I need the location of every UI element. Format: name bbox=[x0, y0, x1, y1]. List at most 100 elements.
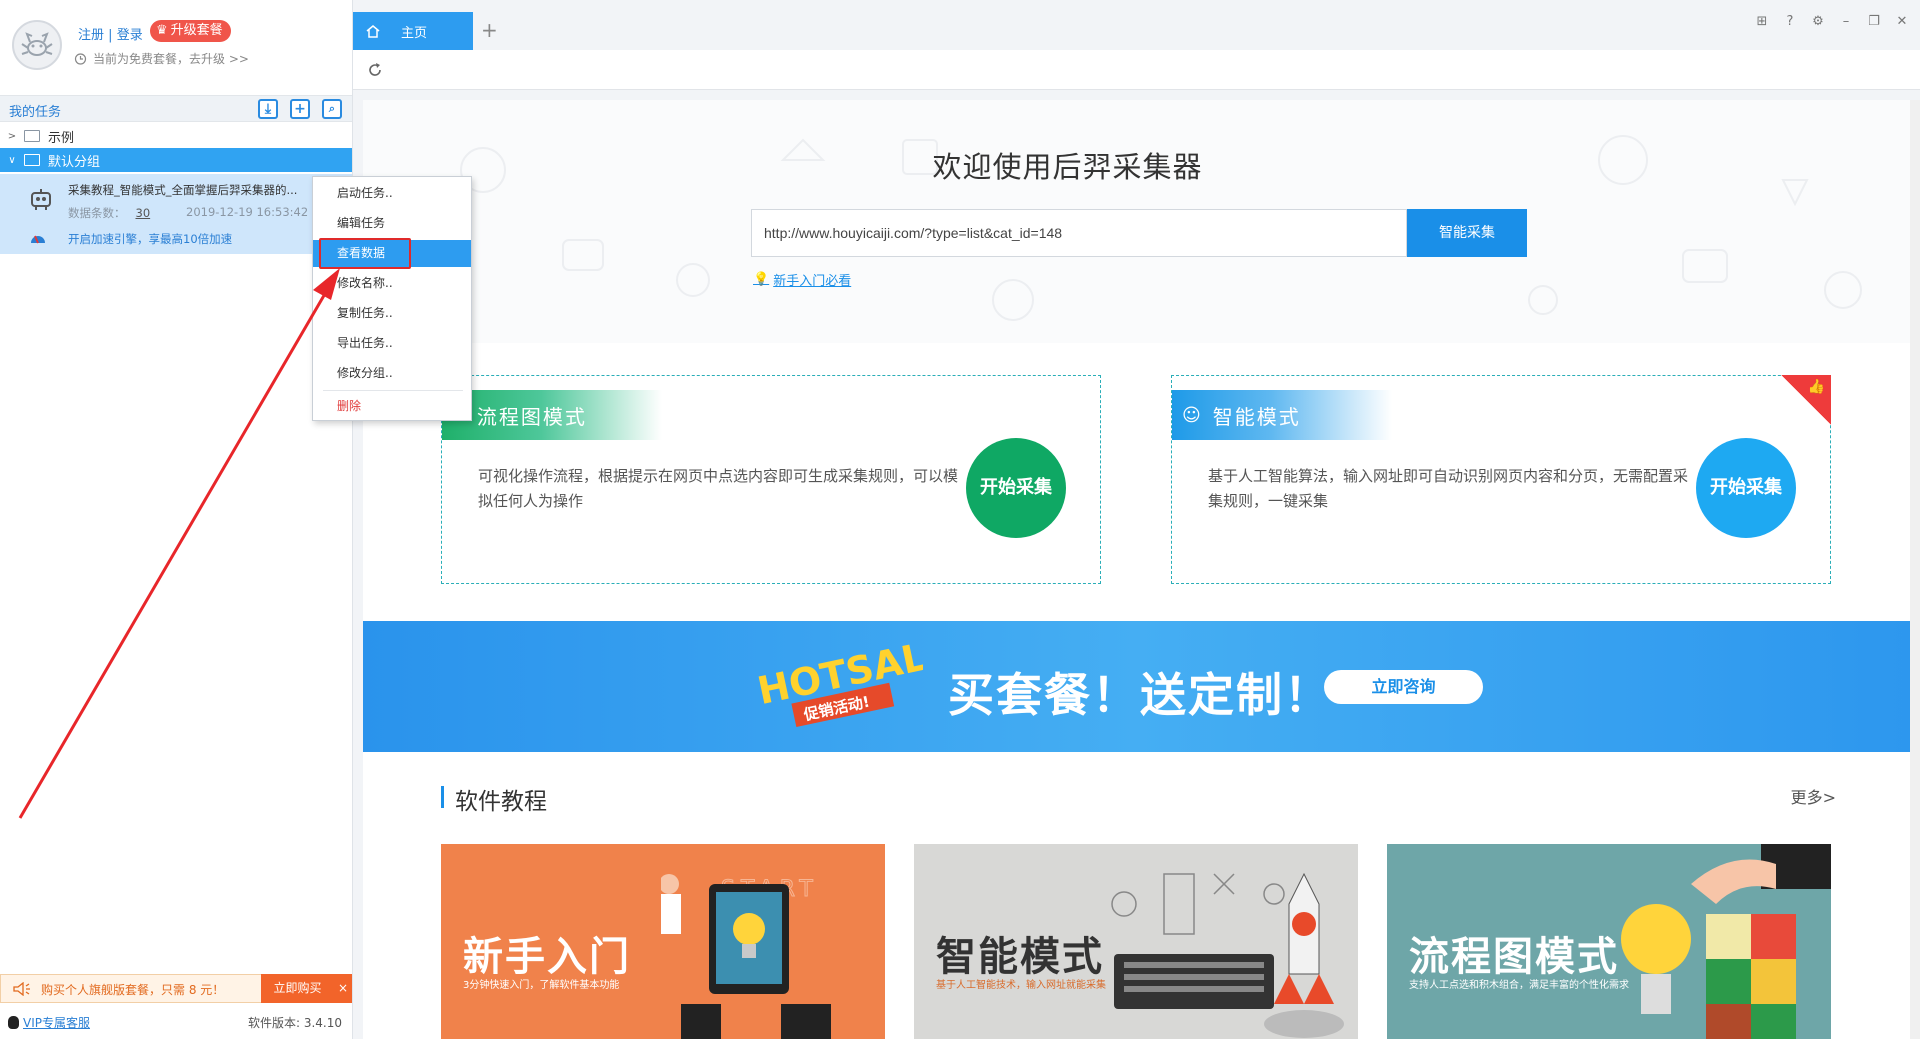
recommended-corner-badge: 👍 bbox=[1781, 375, 1831, 425]
refresh-icon[interactable] bbox=[365, 60, 385, 80]
smart-mode-title: 智能模式 bbox=[1212, 404, 1301, 429]
vip-support-link[interactable]: VIP专属客服 bbox=[8, 1014, 90, 1031]
import-task-button[interactable]: ⤓ bbox=[258, 99, 278, 119]
avatar[interactable] bbox=[12, 20, 62, 70]
task-count: 数据条数： 30 bbox=[68, 205, 150, 221]
hero-section: 欢迎使用后羿采集器 智能采集 💡 新手入门必看 bbox=[363, 100, 1910, 343]
puzzle-lightbulb-illustration bbox=[1621, 844, 1831, 1039]
banner-headline: 买套餐！送定制！ bbox=[948, 668, 1332, 722]
task-count-value[interactable]: 30 bbox=[136, 206, 151, 220]
tutorial-name: 新手入门 bbox=[463, 934, 631, 980]
tutorial-name: 流程图模式 bbox=[1409, 934, 1619, 980]
new-task-button[interactable]: + bbox=[290, 99, 310, 119]
tutorial-card-beginner[interactable]: 新手入门 3分钟快速入门，了解软件基本功能 START bbox=[441, 844, 885, 1039]
close-icon[interactable]: ✕ bbox=[1894, 14, 1910, 30]
buy-now-button[interactable]: 立即购买 bbox=[261, 974, 334, 1003]
tree-item-default-group[interactable]: ∨ 默认分组 bbox=[0, 148, 352, 172]
vip-support-label: VIP专属客服 bbox=[23, 1016, 90, 1030]
window-controls: ⊞ ? ⚙ – ❐ ✕ bbox=[1754, 14, 1910, 30]
robot-icon: ☺ bbox=[1182, 404, 1203, 426]
login-separator: | bbox=[108, 28, 113, 43]
promo-close-button[interactable]: × bbox=[334, 974, 352, 1003]
alarm-clock-icon bbox=[74, 53, 87, 65]
tutorial-subtitle: 支持人工点选和积木组合，满足丰富的个性化需求 bbox=[1409, 980, 1629, 991]
smart-mode-tag: ☺ 智能模式 bbox=[1172, 390, 1392, 440]
promo-bar: 购买个人旗舰版套餐，只需 8 元！ 立即购买 × bbox=[0, 974, 352, 1003]
tutorial-title: 软件教程 bbox=[455, 789, 547, 815]
address-row bbox=[353, 50, 1920, 90]
tree-item-label: 示例 bbox=[48, 130, 75, 146]
software-version: 软件版本: 3.4.10 bbox=[247, 1016, 342, 1030]
restore-icon[interactable]: ❐ bbox=[1866, 14, 1882, 30]
speaker-icon bbox=[13, 982, 30, 996]
tab-home-label: 主页 bbox=[401, 25, 428, 41]
task-list-item[interactable]: 采集教程_智能模式_全面掌握后羿采集器的... 数据条数： 30 2019-12-… bbox=[0, 174, 352, 254]
lightbulb-icon: 💡 bbox=[753, 272, 770, 287]
plan-note[interactable]: 当前为免费套餐，去升级 >> bbox=[74, 50, 249, 67]
plus-icon: + bbox=[294, 101, 306, 117]
sidebar-footer: VIP专属客服 软件版本: 3.4.10 bbox=[0, 1008, 352, 1034]
menu-item-copy-task[interactable]: 复制任务.. bbox=[313, 300, 471, 327]
menu-item-delete[interactable]: 删除 bbox=[313, 393, 471, 420]
upgrade-label: 升级套餐 bbox=[170, 23, 223, 38]
newbie-guide-link[interactable]: 💡 新手入门必看 bbox=[753, 270, 851, 289]
welcome-title: 欢迎使用后羿采集器 bbox=[932, 150, 1203, 184]
promo-text: 购买个人旗舰版套餐，只需 8 元！ bbox=[41, 983, 225, 997]
login-links: 注册 | 登录 bbox=[78, 24, 143, 43]
task-context-menu: 启动任务.. 编辑任务 查看数据 修改名称.. 复制任务.. 导出任务.. 修改… bbox=[312, 176, 472, 421]
task-header: 我的任务 ⤓ + ⌕ bbox=[0, 95, 352, 122]
download-icon: ⤓ bbox=[264, 101, 272, 117]
annotation-highlight-box bbox=[319, 238, 411, 269]
tutorial-subtitle: 基于人工智能技术，输入网址就能采集 bbox=[936, 980, 1106, 991]
menu-divider bbox=[323, 390, 463, 391]
upgrade-button[interactable]: ♛ 升级套餐 bbox=[150, 20, 231, 42]
promo-banner[interactable]: HOTSALE 促销活动! 买套餐！送定制！ 立即咨询 bbox=[363, 621, 1910, 752]
flowchart-mode-title: 流程图模式 bbox=[476, 404, 587, 429]
gear-icon[interactable]: ⚙ bbox=[1810, 14, 1826, 30]
gift-icon[interactable]: ⊞ bbox=[1754, 14, 1770, 30]
tablet-lightbulb-illustration: START bbox=[661, 874, 831, 1039]
help-icon[interactable]: ? bbox=[1782, 14, 1798, 30]
login-link[interactable]: 登录 bbox=[117, 28, 143, 43]
consult-now-button[interactable]: 立即咨询 bbox=[1324, 670, 1483, 704]
tab-bar: 主页 + ⊞ ? ⚙ – ❐ ✕ bbox=[353, 0, 1920, 50]
robot-icon bbox=[31, 189, 51, 210]
menu-item-change-group[interactable]: 修改分组.. bbox=[313, 360, 471, 387]
tutorial-name: 智能模式 bbox=[936, 934, 1104, 980]
search-task-button[interactable]: ⌕ bbox=[322, 99, 342, 119]
flowchart-mode-desc: 可视化操作流程，根据提示在网页中点选内容即可生成采集规则，可以模拟任何人为操作 bbox=[478, 467, 959, 510]
tutorial-card-smart-mode[interactable]: 智能模式 基于人工智能技术，输入网址就能采集 bbox=[914, 844, 1358, 1039]
smart-collect-button[interactable]: 智能采集 bbox=[1407, 209, 1527, 257]
boost-engine-link[interactable]: 开启加速引擎，享最高10倍加速 bbox=[68, 231, 232, 247]
new-tab-button[interactable]: + bbox=[481, 18, 498, 42]
tree-item-example[interactable]: > 示例 bbox=[0, 124, 352, 148]
chevron-down-icon: ∨ bbox=[8, 154, 16, 166]
sidebar: 注册 | 登录 ♛ 升级套餐 当前为免费套餐，去升级 >> 我的任务 ⤓ + ⌕… bbox=[0, 0, 353, 1039]
tutorial-header: 软件教程 更多> bbox=[441, 780, 1836, 815]
tree-item-label: 默认分组 bbox=[48, 154, 101, 170]
menu-item-export-task[interactable]: 导出任务.. bbox=[313, 330, 471, 357]
plan-note-text: 当前为免费套餐，去升级 >> bbox=[93, 52, 249, 66]
flowchart-start-button[interactable]: 开始采集 bbox=[966, 438, 1066, 538]
menu-item-edit-task[interactable]: 编辑任务 bbox=[313, 210, 471, 237]
task-date: 2019-12-19 16:53:42 bbox=[186, 205, 309, 219]
menu-item-start-task[interactable]: 启动任务.. bbox=[313, 180, 471, 207]
my-tasks-title: 我的任务 bbox=[9, 105, 62, 120]
tutorial-card-flowchart-mode[interactable]: 流程图模式 支持人工点选和积木组合，满足丰富的个性化需求 bbox=[1387, 844, 1831, 1039]
tab-home[interactable]: 主页 bbox=[353, 12, 473, 50]
more-tutorials-link[interactable]: 更多> bbox=[1791, 784, 1836, 808]
minimize-icon[interactable]: – bbox=[1838, 14, 1854, 30]
main-scrollbar[interactable] bbox=[1910, 100, 1920, 1039]
menu-item-rename[interactable]: 修改名称.. bbox=[313, 270, 471, 297]
url-input[interactable] bbox=[751, 209, 1407, 257]
hotsale-logo: HOTSALE 促销活动! bbox=[754, 637, 923, 728]
search-icon: ⌕ bbox=[328, 102, 336, 115]
task-title: 采集教程_智能模式_全面掌握后羿采集器的... bbox=[68, 183, 298, 197]
speed-gauge-icon bbox=[31, 235, 45, 244]
section-marker bbox=[441, 786, 444, 808]
register-link[interactable]: 注册 bbox=[78, 28, 104, 43]
flowchart-mode-card: ⧉ 流程图模式 可视化操作流程，根据提示在网页中点选内容即可生成采集规则，可以模… bbox=[441, 375, 1101, 584]
crown-icon: ♛ bbox=[156, 23, 168, 38]
crab-avatar-icon bbox=[21, 32, 53, 56]
smart-start-button[interactable]: 开始采集 bbox=[1696, 438, 1796, 538]
